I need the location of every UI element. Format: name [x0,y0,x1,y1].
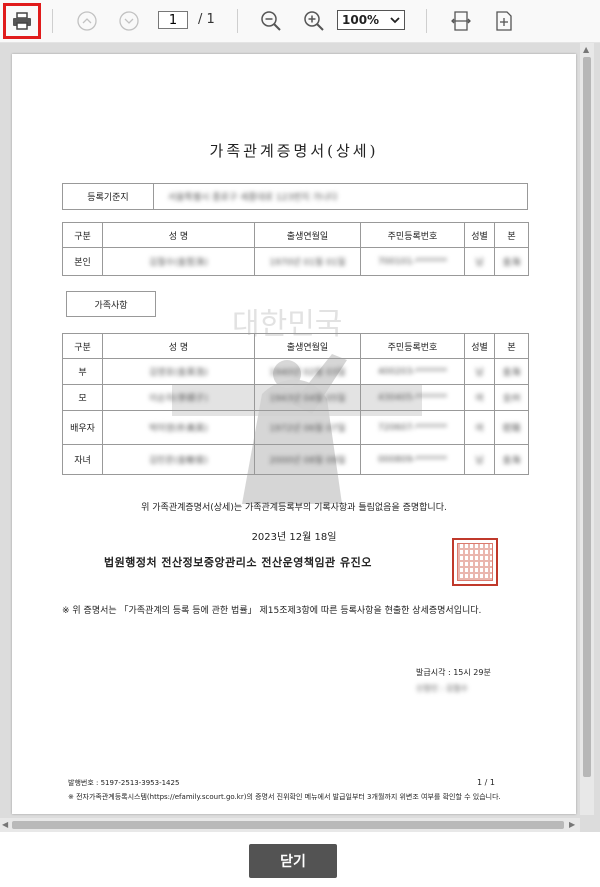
table-row: 모 이순자(李順子) 1943년 04월 05일 430405-******* … [62,384,529,411]
next-page-icon [119,11,139,31]
table-cell: 부 [62,358,103,385]
table-header: 구분 [62,222,103,248]
family-table: 구분 성 명 출생연월일 주민등록번호 성별 본 부 김영호(金英浩) 1940… [62,333,529,475]
prev-page-button[interactable] [72,6,102,36]
table-header: 성 명 [102,222,255,248]
zoom-value: 100% [342,13,380,27]
table-row: 부 김영호(金英浩) 1940년 02월 03일 400203-******* … [62,358,529,385]
table-cell: 400203-******* [377,366,448,377]
table-cell: 金海 [502,368,521,378]
legal-note: ※ 위 증명서는 「가족관계의 등록 등에 관한 법률」 제15조제3항에 따른… [62,606,482,616]
page-number-input[interactable] [158,11,188,29]
table-cell: 000809-******* [377,454,448,465]
table-cell: 본인 [62,247,103,276]
scroll-right-icon[interactable]: ▶ [569,820,575,829]
table-cell: 1940년 02월 03일 [269,368,346,378]
print-button[interactable] [3,3,41,39]
close-button[interactable]: 닫기 [249,844,337,878]
table-cell: 1943년 04월 05일 [269,394,346,404]
table-cell: 金海 [502,456,521,466]
table-cell: 720607-******* [377,422,448,433]
table-header-row: 구분 성 명 출생연월일 주민등록번호 성별 본 [62,222,529,248]
toolbar-separator [237,9,238,33]
next-page-button[interactable] [114,6,144,36]
certification-statement: 위 가족관계증명서(상세)는 가족관계등록부의 기록사항과 틀림없음을 증명합니… [141,503,447,513]
scroll-left-icon[interactable]: ◀ [2,820,8,829]
table-cell: 430405-******* [377,392,448,403]
family-section-label: 가족사항 [66,291,156,317]
issue-number: 발행번호 : 5197-2513-3953-1425 [68,779,180,787]
table-cell: 김철수(金哲洙) [149,258,208,268]
viewer-toolbar: / 1 100% [0,0,600,43]
horizontal-scrollbar[interactable]: ◀ ▶ [0,818,580,832]
document-page: 대한민국 가족관계증명서(상세) 등록기준지 서울특별시 종로구 세종대로 12… [12,54,576,814]
table-cell: 1970년 01월 01일 [269,258,346,268]
table-cell: 모 [62,384,103,411]
issue-time: 발급시각 : 15시 29분 [416,668,491,677]
table-header: 본 [494,333,529,359]
table-header: 주민등록번호 [360,222,465,248]
applicant: 신청인 : 김철수 [416,684,468,693]
table-cell: 남 [475,258,484,268]
table-cell: 1972년 06월 07일 [269,424,346,434]
registration-row: 등록기준지 서울특별시 종로구 세종대로 123번지 가나다 [62,183,528,210]
table-header: 성별 [464,333,495,359]
document-title: 가족관계증명서(상세) [209,142,379,160]
zoom-in-button[interactable] [299,6,329,36]
table-header: 구분 [62,333,103,359]
issue-info: 발급시각 : 15시 29분 신청인 : 김철수 [416,665,491,697]
table-cell: 密陽 [502,424,521,434]
table-cell: 金海 [502,258,521,268]
registration-label: 등록기준지 [63,184,154,209]
table-header: 주민등록번호 [360,333,465,359]
horizontal-scroll-thumb[interactable] [12,821,564,829]
table-cell: 全州 [502,394,521,404]
table-header-row: 구분 성 명 출생연월일 주민등록번호 성별 본 [62,333,529,359]
table-header: 본 [494,222,529,248]
zoom-select[interactable]: 100% [337,10,405,30]
official-seal [452,538,498,586]
vertical-scrollbar[interactable]: ▲ [580,43,594,815]
document-viewer: 대한민국 가족관계증명서(상세) 등록기준지 서울특별시 종로구 세종대로 12… [0,43,600,832]
table-header: 성 명 [102,333,255,359]
table-cell: 남 [475,368,484,378]
table-cell: 여 [475,424,484,434]
chevron-down-icon [390,16,400,23]
fit-width-icon [451,11,471,31]
issuer-name: 법원행정처 전산정보중앙관리소 전산운영책임관 유진오 [104,556,372,569]
zoom-in-icon [304,11,324,31]
page-indicator: 1 / 1 [477,778,495,787]
table-row: 본인 김철수(金哲洙) 1970년 01월 01일 700101-*******… [62,247,529,276]
page-total: / 1 [198,12,215,27]
toolbar-separator [426,9,427,33]
table-row: 자녀 김민준(金敏俊) 2000년 08월 09일 000809-*******… [62,444,529,475]
table-header: 성별 [464,222,495,248]
table-cell: 이순자(李順子) [149,394,208,404]
prev-page-icon [77,11,97,31]
table-cell: 배우자 [62,410,103,445]
table-cell: 700101-******* [377,256,448,267]
fit-page-icon [496,11,512,31]
table-cell: 2000년 08월 09일 [269,456,346,466]
table-cell: 여 [475,394,484,404]
fit-width-button[interactable] [446,6,476,36]
table-header: 출생연월일 [254,222,361,248]
table-cell: 김민준(金敏俊) [149,456,208,466]
table-cell: 자녀 [62,444,103,475]
table-header: 출생연월일 [254,333,361,359]
fit-page-button[interactable] [489,6,519,36]
printer-icon [13,12,31,30]
zoom-out-button[interactable] [256,6,286,36]
scroll-up-icon[interactable]: ▲ [583,45,589,54]
table-row: 배우자 박미영(朴美英) 1972년 06월 07일 720607-******… [62,410,529,445]
registration-value: 서울특별시 종로구 세종대로 123번지 가나다 [168,193,338,203]
toolbar-separator [52,9,53,33]
zoom-out-icon [261,11,281,31]
table-cell: 박미영(朴美英) [149,424,208,434]
footer-note: ※ 전자가족관계등록시스템(https://efamily.scourt.go.… [68,793,501,801]
personal-table: 구분 성 명 출생연월일 주민등록번호 성별 본 본인 김철수(金哲洙) 197… [62,222,529,276]
table-cell: 김영호(金英浩) [149,368,208,378]
table-cell: 남 [475,456,484,466]
vertical-scroll-thumb[interactable] [583,57,591,777]
